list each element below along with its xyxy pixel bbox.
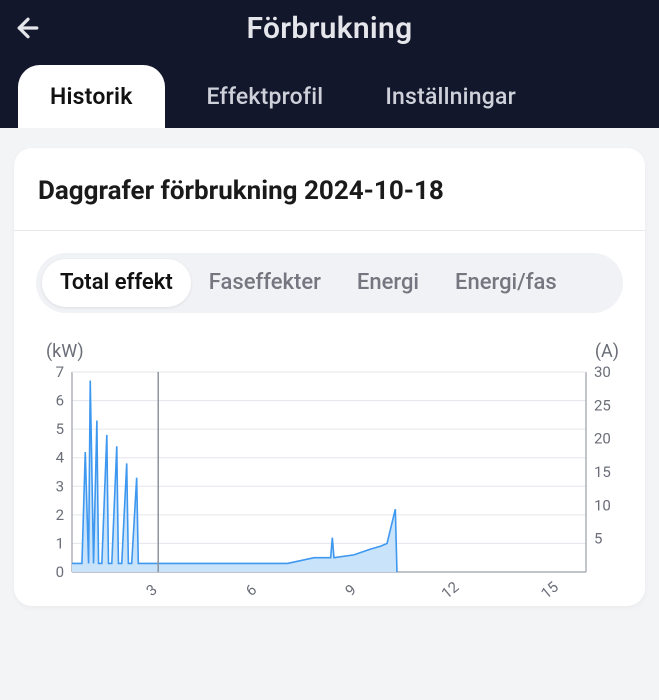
svg-text:20: 20 <box>594 430 611 448</box>
svg-text:0: 0 <box>56 563 64 581</box>
segment-energi-fas[interactable]: Energi/fas <box>437 259 575 307</box>
segment-total-effekt[interactable]: Total effekt <box>42 259 191 307</box>
tab-historik[interactable]: Historik <box>18 65 165 128</box>
y-axis-right-label: (A) <box>595 341 619 362</box>
segment-faseffekter[interactable]: Faseffekter <box>191 259 339 307</box>
tab-inställningar[interactable]: Inställningar <box>365 65 536 128</box>
tab-effektprofil[interactable]: Effektprofil <box>187 65 344 128</box>
svg-text:4: 4 <box>56 449 65 467</box>
chart-segment-control: Total effektFaseffekterEnergiEnergi/fas <box>36 253 623 313</box>
svg-text:5: 5 <box>594 530 602 548</box>
svg-text:3: 3 <box>143 581 161 600</box>
card-title: Daggrafer förbrukning 2024-10-18 <box>14 148 645 231</box>
segment-energi[interactable]: Energi <box>339 259 437 307</box>
svg-text:2: 2 <box>56 506 64 524</box>
svg-text:7: 7 <box>56 366 64 381</box>
svg-text:15: 15 <box>537 578 561 603</box>
svg-text:5: 5 <box>56 420 64 438</box>
svg-text:15: 15 <box>594 463 611 481</box>
power-chart: 01234567510152025303691215 <box>38 366 620 606</box>
y-axis-left-label: (kW) <box>46 341 84 362</box>
svg-text:30: 30 <box>594 366 611 381</box>
svg-text:6: 6 <box>56 392 64 410</box>
svg-text:10: 10 <box>594 496 611 514</box>
svg-text:1: 1 <box>56 534 64 552</box>
svg-text:3: 3 <box>56 477 64 495</box>
top-tabs: Historik Effektprofil Inställningar <box>0 56 659 128</box>
page-title: Förbrukning <box>36 11 623 46</box>
chart-card: Daggrafer förbrukning 2024-10-18 Total e… <box>14 148 645 606</box>
svg-text:6: 6 <box>242 581 260 600</box>
svg-text:25: 25 <box>594 396 611 414</box>
svg-text:12: 12 <box>438 578 462 603</box>
svg-text:9: 9 <box>342 581 360 600</box>
